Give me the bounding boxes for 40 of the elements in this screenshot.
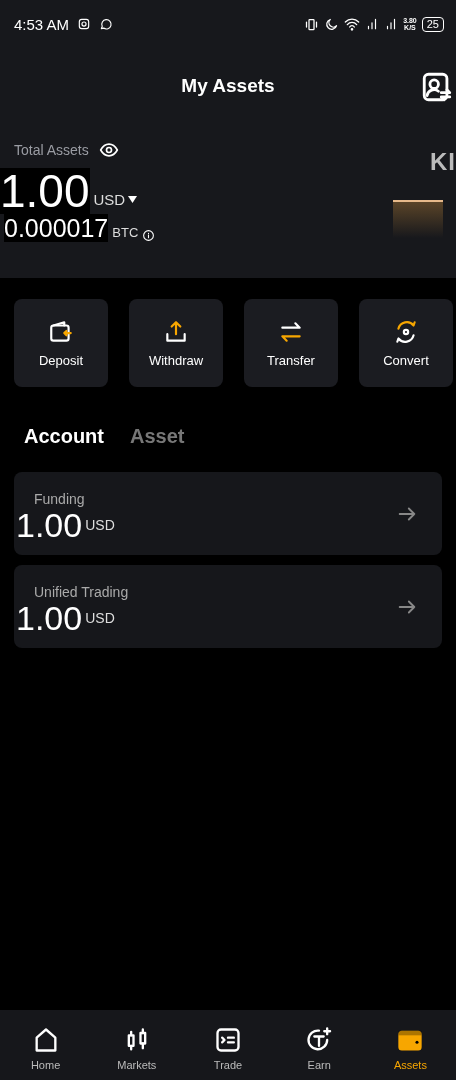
- dropdown-icon: [128, 196, 138, 203]
- tab[interactable]: Account: [24, 425, 104, 448]
- account-name: Unified Trading: [34, 583, 129, 600]
- page-title: My Assets: [181, 75, 275, 97]
- currency-label: USD: [93, 191, 126, 208]
- action-button[interactable]: Deposit: [14, 299, 108, 387]
- account-currency: USD: [85, 516, 115, 533]
- user-switch-icon: [420, 70, 454, 104]
- promo-banner[interactable]: [393, 200, 443, 238]
- camera-app-icon: [77, 17, 92, 31]
- nav-tab[interactable]: Earn: [273, 1010, 365, 1080]
- vibrate-icon: [304, 16, 320, 32]
- total-amount: 1.00: [0, 168, 90, 214]
- btc-amount: 0.000017: [4, 214, 109, 242]
- wifi-icon: [344, 16, 361, 32]
- status-time: 4:53 AM: [14, 15, 70, 33]
- moon-icon: [324, 16, 340, 32]
- action-button[interactable]: Transfer: [244, 299, 338, 387]
- wallet-icon: [48, 318, 74, 345]
- eye-icon: [98, 140, 119, 160]
- terminal-icon: [214, 1025, 242, 1054]
- account-amount: 1.00: [16, 599, 83, 636]
- tab[interactable]: Asset: [130, 425, 185, 448]
- banner-text: KI: [430, 148, 456, 176]
- action-button[interactable]: Withdraw: [129, 299, 223, 387]
- nav-tab[interactable]: Assets: [364, 1010, 456, 1080]
- nav-tab[interactable]: Markets: [91, 1010, 183, 1080]
- action-button[interactable]: Convert: [359, 299, 453, 387]
- account-currency: USD: [85, 609, 115, 626]
- nav-tab[interactable]: Home: [0, 1010, 92, 1080]
- upload-icon: [163, 318, 189, 345]
- btc-unit: BTC: [112, 225, 139, 242]
- account-name: Funding: [34, 490, 86, 507]
- account-amount: 1.00: [16, 506, 83, 543]
- nav-tab[interactable]: Trade: [182, 1010, 274, 1080]
- info-icon: [142, 229, 156, 242]
- chat-app-icon: [99, 17, 114, 31]
- battery-indicator: 25: [421, 16, 444, 32]
- convert-icon: [393, 318, 419, 345]
- total-assets-label: Total Assets: [14, 142, 89, 158]
